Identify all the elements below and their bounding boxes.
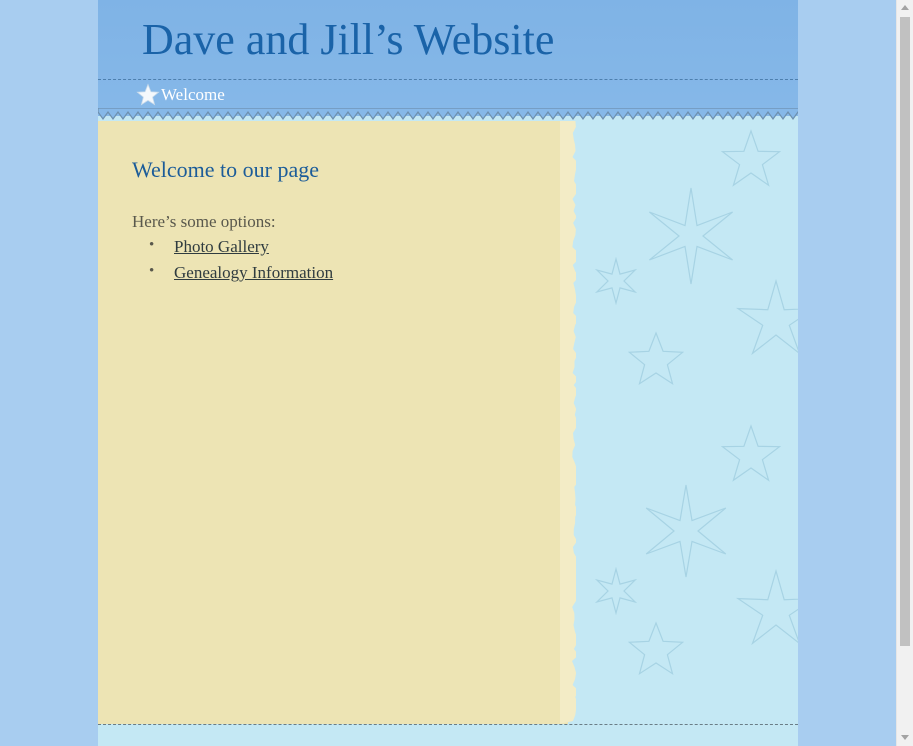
scrollbar-thumb[interactable]	[900, 17, 910, 646]
genealogy-information-link[interactable]: Genealogy Information	[174, 263, 333, 282]
footer-divider	[98, 724, 798, 725]
list-item: • Genealogy Information	[132, 263, 333, 289]
nav-item-welcome[interactable]: Welcome	[161, 85, 225, 105]
photo-gallery-link[interactable]: Photo Gallery	[174, 237, 269, 256]
main-nav: Welcome	[136, 82, 225, 108]
star-icon	[136, 83, 160, 107]
site-header: Dave and Jill’s Website Welcome	[98, 0, 798, 116]
page-heading: Welcome to our page	[132, 157, 319, 182]
list-item: • Photo Gallery	[132, 237, 333, 263]
page-container: Dave and Jill’s Website Welcome Welcome …	[98, 0, 798, 746]
header-divider	[98, 79, 798, 80]
list-bullet: •	[149, 263, 155, 279]
header-zigzag-edge	[98, 108, 798, 121]
options-list: • Photo Gallery • Genealogy Information	[132, 237, 333, 289]
scroll-down-arrow-icon[interactable]	[901, 735, 909, 740]
decorative-star-panel	[576, 121, 798, 724]
site-title: Dave and Jill’s Website	[142, 15, 555, 64]
intro-text: Here’s some options:	[132, 212, 276, 231]
scroll-up-arrow-icon[interactable]	[901, 5, 909, 10]
vertical-scrollbar[interactable]	[896, 0, 913, 746]
list-bullet: •	[149, 237, 155, 253]
